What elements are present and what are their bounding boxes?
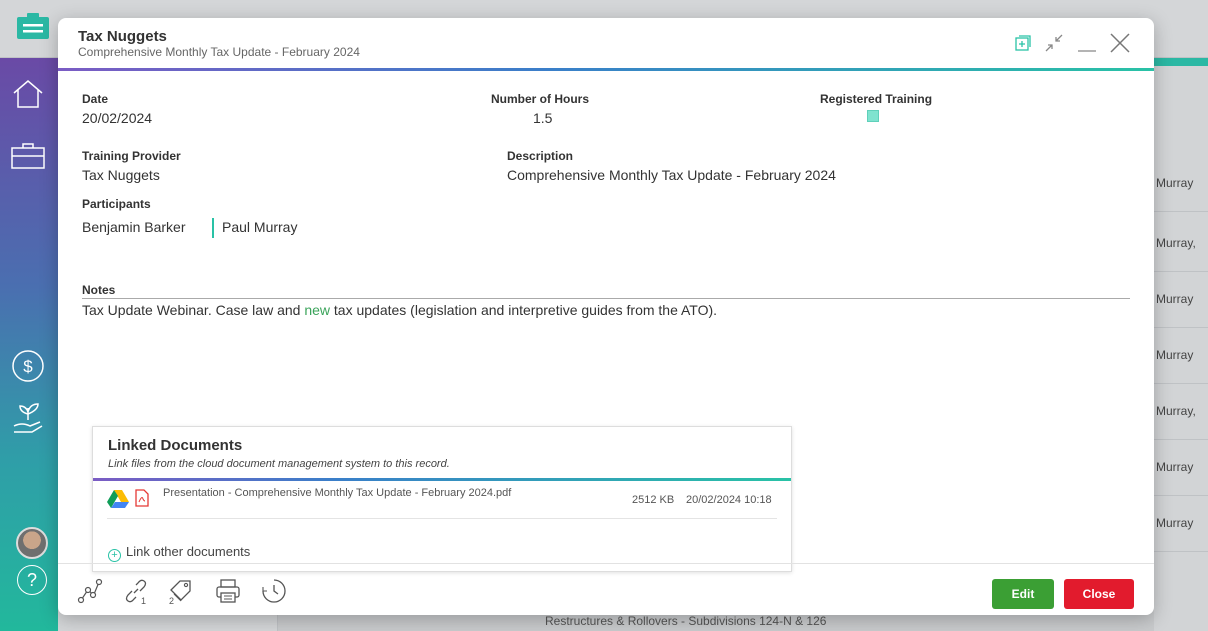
briefcase-icon[interactable] [10,138,46,174]
list-item: l Murray, [1150,216,1208,272]
user-avatar[interactable] [16,527,48,559]
linked-documents-subtitle: Link files from the cloud document manag… [108,458,450,470]
background-item-title: Restructures & Rollovers - Subdivisions … [545,614,827,628]
participant-chip[interactable]: Paul Murray [222,219,297,235]
date-label: Date [82,92,109,106]
collapse-icon[interactable] [1043,32,1065,54]
notes-text-part: Tax Update Webinar. Case law and [82,302,305,318]
list-item: l Murray, [1150,384,1208,440]
document-name[interactable]: Presentation - Comprehensive Monthly Tax… [163,486,523,501]
hours-label: Number of Hours [491,92,590,106]
pdf-icon [135,489,149,507]
document-size: 2512 KB [632,494,675,506]
description-value: Comprehensive Monthly Tax Update - Febru… [507,167,836,183]
date-value: 20/02/2024 [82,110,153,126]
hours-value: 1.5 [533,110,553,126]
app-logo-icon [17,13,49,39]
training-record-dialog: Tax Nuggets Comprehensive Monthly Tax Up… [58,18,1154,615]
google-drive-icon [107,490,129,508]
document-row[interactable]: Presentation - Comprehensive Monthly Tax… [107,485,777,519]
list-item: l Murray [1150,156,1208,212]
participant-separator [212,218,214,238]
list-item: l Murray [1150,496,1208,552]
header-accent-bar [58,68,1154,71]
close-button[interactable]: Close [1064,579,1134,609]
print-icon[interactable] [215,578,241,604]
minimize-icon[interactable] [1076,32,1098,54]
notes-text: Tax Update Webinar. Case law and new tax… [82,302,717,318]
participants-label: Participants [82,197,151,211]
document-date: 20/02/2024 10:18 [686,494,772,506]
notes-highlight: new [304,302,330,318]
dialog-footer: 1 2 Edit Close [58,563,1154,615]
training-provider-label: Training Provider [82,149,181,163]
plant-hand-icon[interactable] [10,400,46,436]
background-list: l Murray l Murray, l Murray l Murray l M… [1150,58,1208,631]
dollar-icon[interactable]: $ [10,348,46,384]
background-accent-bar [1154,58,1208,66]
edit-button[interactable]: Edit [992,579,1054,609]
list-item: l Murray [1150,328,1208,384]
dialog-header: Tax Nuggets Comprehensive Monthly Tax Up… [58,18,1154,68]
linked-documents-title: Linked Documents [108,437,243,454]
notes-text-part: tax updates (legislation and interpretiv… [330,302,718,318]
list-item: l Murray [1150,440,1208,496]
dialog-title: Tax Nuggets [78,28,167,45]
list-item: l Murray [1150,272,1208,328]
training-provider-value: Tax Nuggets [82,167,160,183]
registered-training-label: Registered Training [820,92,933,106]
linked-documents-panel: Linked Documents Link files from the clo… [92,426,792,572]
history-icon[interactable] [261,578,287,604]
help-icon[interactable]: ? [17,565,47,595]
notes-divider [82,298,1130,299]
dialog-subtitle: Comprehensive Monthly Tax Update - Febru… [78,45,360,59]
link-other-documents-label: Link other documents [126,544,251,559]
notes-label: Notes [82,283,116,297]
registered-training-checkbox [867,110,879,122]
participant-chip[interactable]: Benjamin Barker [82,219,186,235]
home-icon[interactable] [10,76,46,112]
description-label: Description [507,149,574,163]
close-icon[interactable] [1109,32,1131,54]
link-other-documents-button[interactable]: + Link other documents [108,544,250,562]
link-count: 1 [141,596,147,606]
add-circle-icon: + [108,549,121,562]
app-sidebar: $ ? [0,58,58,631]
linked-documents-accent-bar [93,478,791,481]
workflow-icon[interactable] [77,578,103,604]
tag-count: 2 [169,596,175,606]
new-window-icon[interactable] [1012,32,1034,54]
svg-text:$: $ [23,357,33,376]
